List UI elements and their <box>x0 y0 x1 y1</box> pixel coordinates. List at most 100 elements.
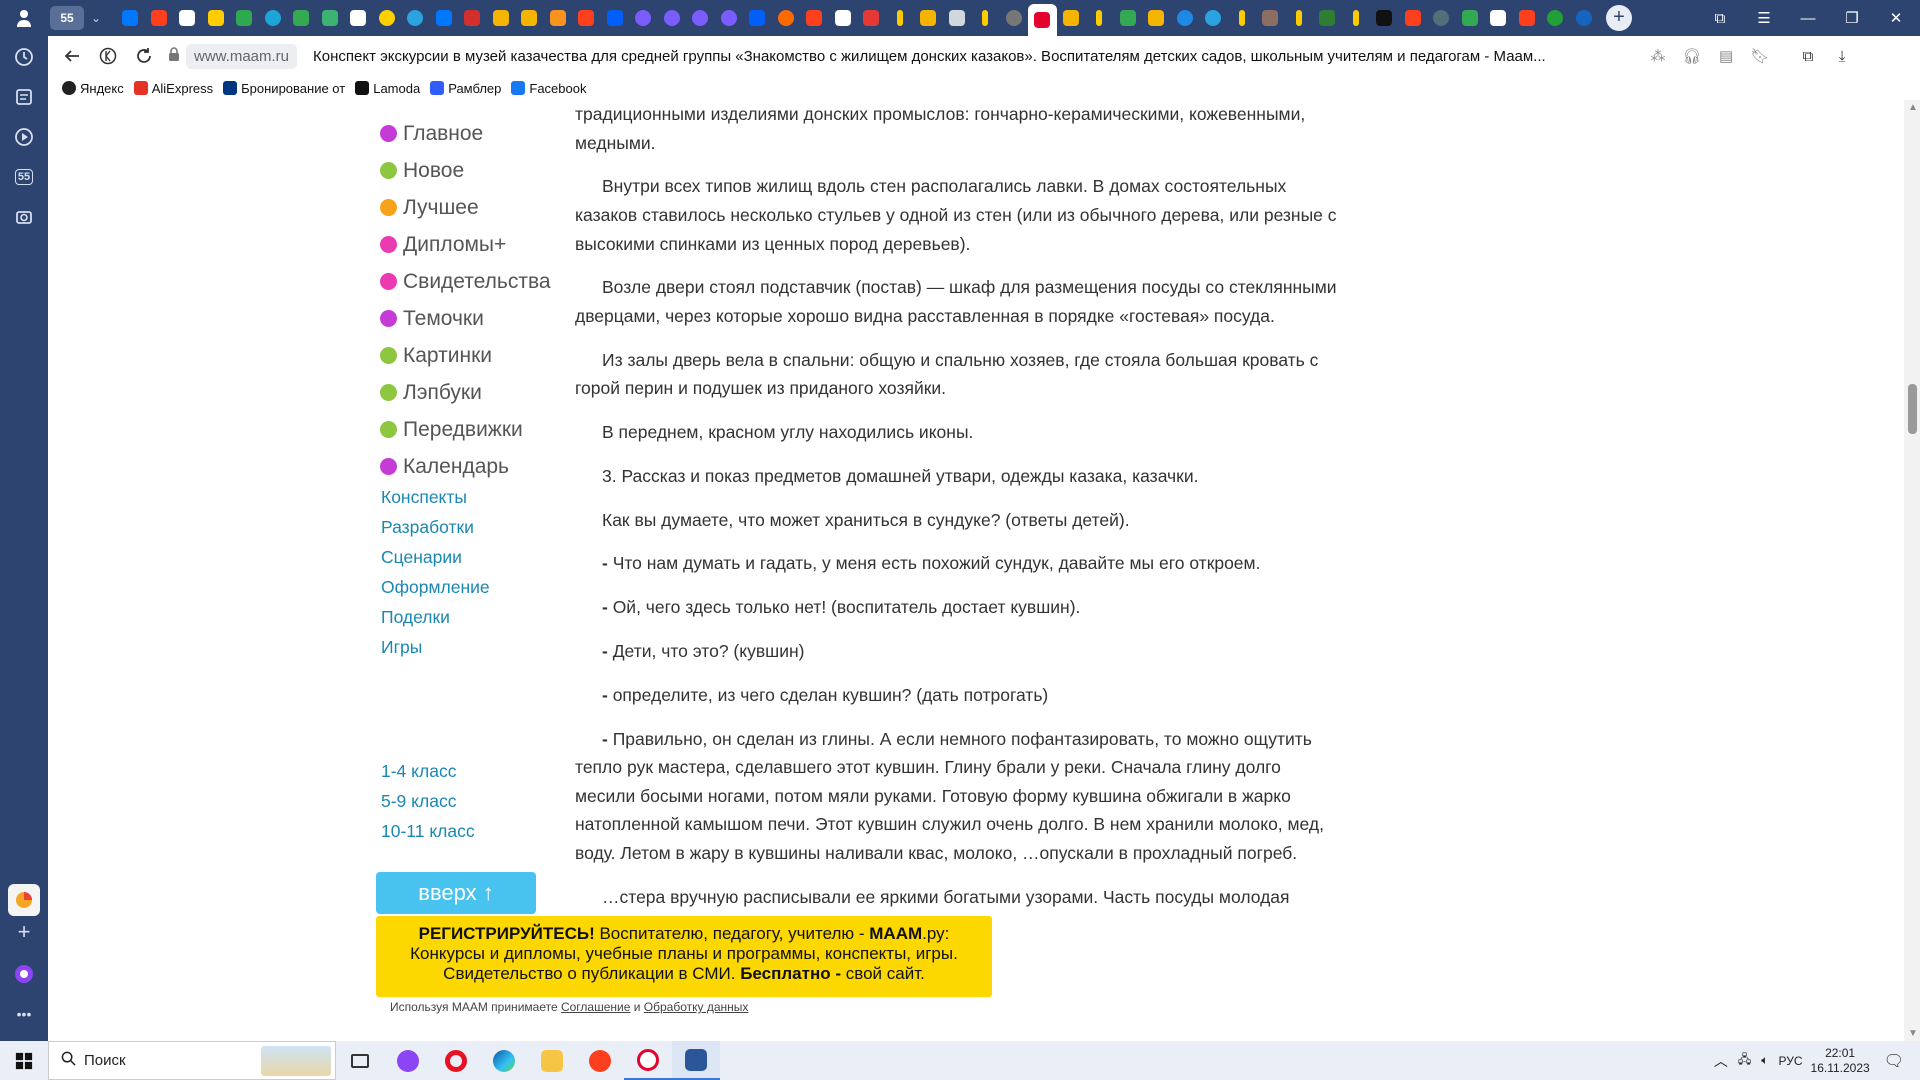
tab-note[interactable] <box>202 0 231 36</box>
tab-ball4[interactable] <box>715 0 744 36</box>
tab-drop[interactable] <box>1171 0 1200 36</box>
sidebar-item-kalendar[interactable]: Календарь <box>380 448 600 485</box>
tab-vk2[interactable] <box>430 0 459 36</box>
profile-icon[interactable] <box>8 2 40 34</box>
tab-leaf[interactable] <box>1313 0 1342 36</box>
tab-download[interactable] <box>1484 0 1513 36</box>
registration-banner[interactable]: РЕГИСТРИРУЙТЕСЬ! Воспитателю, педагогу, … <box>376 916 992 997</box>
sidebar-item-glavnoe[interactable]: Главное <box>380 115 600 152</box>
tab-edge[interactable] <box>1199 0 1228 36</box>
task-view-icon[interactable] <box>336 1041 384 1080</box>
history-icon[interactable] <box>8 41 40 73</box>
data-processing-link[interactable]: Обработку данных <box>644 1000 749 1014</box>
tab-folder5[interactable] <box>1142 0 1171 36</box>
bookmark-lamoda[interactable]: Lamoda <box>355 81 420 96</box>
tab-img[interactable] <box>1256 0 1285 36</box>
scroll-to-top-button[interactable]: вверх ↑ <box>376 872 536 914</box>
tab-ball2[interactable] <box>658 0 687 36</box>
volume-icon[interactable]: 🔈︎ <box>1761 1053 1768 1068</box>
tab-yandex[interactable] <box>145 0 174 36</box>
yandex-browser-icon[interactable] <box>624 1041 672 1080</box>
tab-green2[interactable] <box>1541 0 1570 36</box>
new-tab-button[interactable]: + <box>1606 5 1632 31</box>
agreement-link[interactable]: Соглашение <box>561 1000 630 1014</box>
reload-button[interactable] <box>126 41 162 71</box>
link-grade-1-4[interactable]: 1-4 класс <box>381 761 475 791</box>
link-grade-5-9[interactable]: 5-9 класс <box>381 791 475 821</box>
yandex-taskbar-icon[interactable] <box>576 1041 624 1080</box>
reading-mode-icon[interactable]: ▤ <box>1709 41 1743 71</box>
add-panel-icon[interactable]: + <box>8 916 40 948</box>
alice-taskbar-icon[interactable] <box>384 1041 432 1080</box>
url-box[interactable]: www.maam.ru <box>166 42 298 70</box>
tab-cloud[interactable] <box>772 0 801 36</box>
tab-mail[interactable] <box>601 0 630 36</box>
tab-calendar[interactable] <box>857 0 886 36</box>
tab-yandex3[interactable] <box>800 0 829 36</box>
sidebar-item-temochki[interactable]: Темочки <box>380 300 600 337</box>
tab-info2[interactable] <box>971 0 1000 36</box>
reader-icon[interactable]: ⁂ <box>1641 41 1675 71</box>
tab-mail2[interactable] <box>743 0 772 36</box>
minimize-icon[interactable]: — <box>1790 0 1826 36</box>
sidebar-item-svidetelstva[interactable]: Свидетельства <box>380 263 600 300</box>
tab-info5[interactable] <box>1285 0 1314 36</box>
sidebar-item-luchshee[interactable]: Лучшее <box>380 189 600 226</box>
sidebar-item-lepbuki[interactable]: Лэпбуки <box>380 374 600 411</box>
collections-window-icon[interactable]: ⧉ <box>1702 0 1738 36</box>
tab-person[interactable] <box>1427 0 1456 36</box>
file-explorer-icon[interactable] <box>528 1041 576 1080</box>
opera-icon[interactable] <box>432 1041 480 1080</box>
language-indicator[interactable]: РУС <box>1778 1054 1802 1068</box>
site-badge-icon[interactable]: 55 <box>8 161 40 193</box>
tray-chevron-up-icon[interactable]: ︿ <box>1714 1051 1728 1071</box>
bookmark-booking[interactable]: Бронирование от <box>223 81 345 96</box>
tab-maam-active[interactable] <box>1028 4 1057 36</box>
tab-doc2[interactable] <box>344 0 373 36</box>
sidebar-item-diplomy[interactable]: Дипломы+ <box>380 226 600 263</box>
clock[interactable]: 22:01 16.11.2023 <box>1811 1046 1870 1076</box>
link-konspekty[interactable]: Конспекты <box>381 487 490 517</box>
scroll-down-arrow-icon[interactable]: ▼ <box>1908 1028 1918 1039</box>
link-igry[interactable]: Игры <box>381 637 490 667</box>
bookmark-yandex[interactable]: Яндекс <box>62 81 124 96</box>
tab-folder3[interactable] <box>914 0 943 36</box>
sidebar-item-kartinki[interactable]: Картинки <box>380 337 600 374</box>
network-icon[interactable]: 🖧︎ <box>1738 1050 1751 1071</box>
tab-b[interactable] <box>230 0 259 36</box>
headphones-icon[interactable]: 🎧︎ <box>1675 41 1709 71</box>
tab-group[interactable]: 55 <box>50 6 84 30</box>
start-button[interactable] <box>0 1041 48 1080</box>
bookmark-rambler[interactable]: Рамблер <box>430 81 501 96</box>
word-icon[interactable] <box>672 1041 720 1080</box>
bookmark-facebook[interactable]: Facebook <box>511 81 586 96</box>
play-icon[interactable] <box>8 121 40 153</box>
sidebar-item-novoe[interactable]: Новое <box>380 152 600 189</box>
edge-icon[interactable] <box>480 1041 528 1080</box>
tab-gray[interactable] <box>1000 0 1029 36</box>
alice-icon[interactable] <box>8 958 40 990</box>
tab-play[interactable] <box>373 0 402 36</box>
page-scrollbar[interactable]: ▲ ▼ <box>1904 100 1920 1041</box>
link-razrabotki[interactable]: Разработки <box>381 517 490 547</box>
bookmark-aliexpress[interactable]: AliExpress <box>133 81 213 96</box>
url-text[interactable]: www.maam.ru <box>186 43 298 69</box>
tab-info6[interactable] <box>1342 0 1371 36</box>
tab-cap[interactable] <box>943 0 972 36</box>
tab-info4[interactable] <box>1228 0 1257 36</box>
link-grade-10-11[interactable]: 10-11 класс <box>381 821 475 851</box>
collections-toolbar-icon[interactable]: ⧉ <box>1791 41 1825 71</box>
tab-folder[interactable] <box>487 0 516 36</box>
tab-globe[interactable] <box>259 0 288 36</box>
menu-icon[interactable]: ☰ <box>1746 0 1782 36</box>
tab-blue[interactable] <box>1570 0 1599 36</box>
tab-yandex5[interactable] <box>1513 0 1542 36</box>
close-icon[interactable]: ✕ <box>1878 0 1914 36</box>
tab-plus[interactable] <box>1370 0 1399 36</box>
tab-ok[interactable] <box>544 0 573 36</box>
tab-green[interactable] <box>316 0 345 36</box>
link-podelki[interactable]: Поделки <box>381 607 490 637</box>
link-scenarii[interactable]: Сценарии <box>381 547 490 577</box>
tab-kinopoisk[interactable] <box>829 0 858 36</box>
tab-ball[interactable] <box>629 0 658 36</box>
